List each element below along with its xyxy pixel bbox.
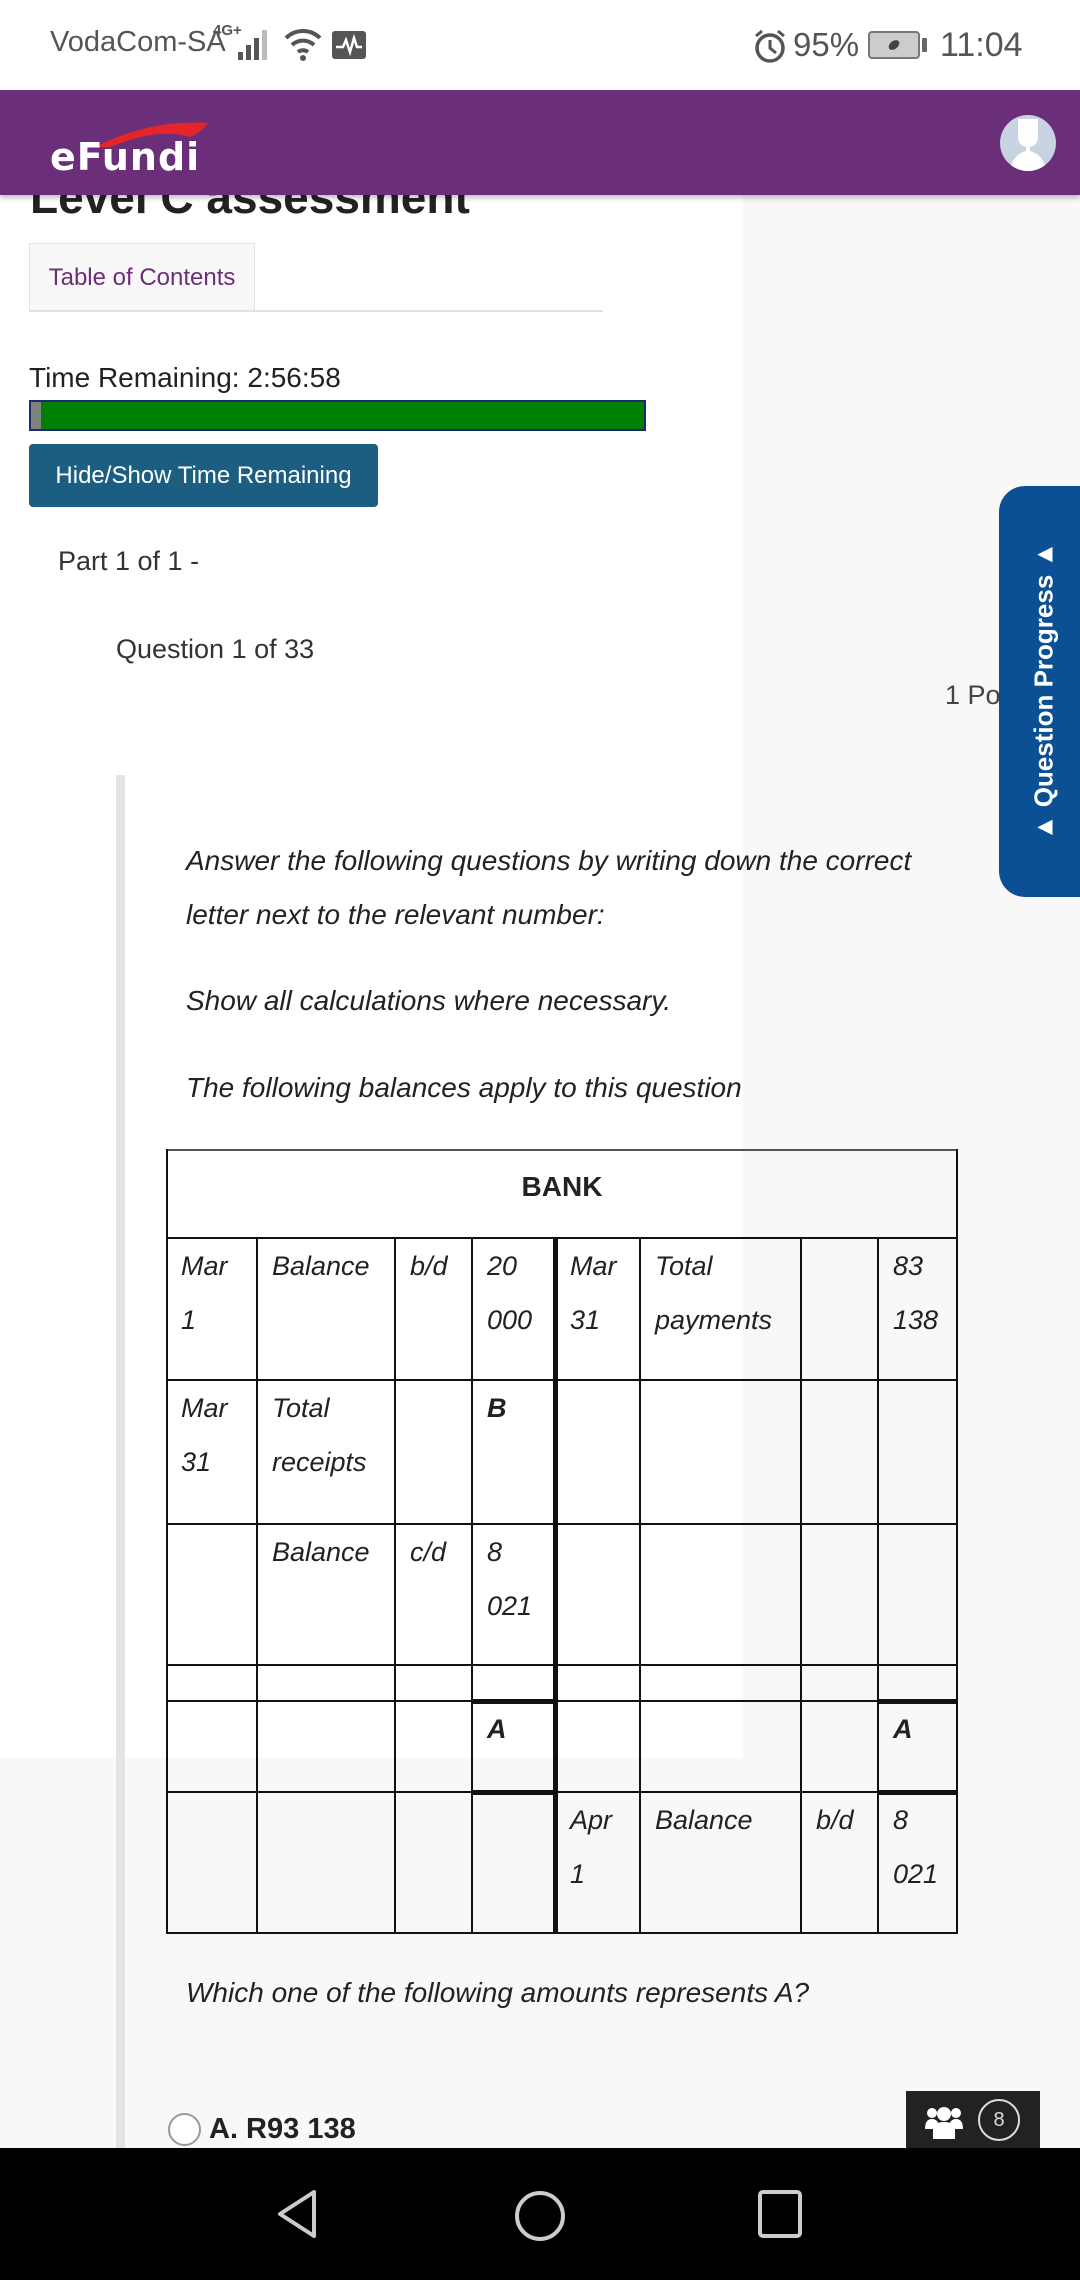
total-line	[472, 1790, 555, 1795]
user-avatar-icon[interactable]	[1000, 115, 1056, 171]
battery-tip	[922, 38, 927, 52]
alarm-icon	[755, 29, 785, 63]
time-remaining-label: Time Remaining: 2:56:58	[29, 362, 341, 393]
column-rule	[877, 1237, 879, 1934]
answer-option-label: A. R93 138	[209, 2113, 356, 2145]
row-rule	[166, 1700, 958, 1702]
ledger-cell: b/d	[816, 1805, 854, 1835]
ledger-cell: 20 000	[487, 1251, 533, 1335]
ledger-cell: Total payments	[655, 1251, 773, 1335]
question-left-border	[116, 775, 125, 2155]
column-rule	[639, 1237, 641, 1934]
ledger-title: BANK	[521, 1171, 603, 1202]
ledger-cell: Mar 31	[181, 1393, 228, 1477]
ledger-cell: Balance	[272, 1251, 370, 1281]
total-line	[472, 1699, 555, 1704]
ledger-cell: B	[487, 1393, 507, 1423]
table-border	[956, 1149, 958, 1934]
question-progress-tab[interactable]: ▲ Question Progress ▲	[999, 486, 1080, 897]
status-bar: VodaCom-SA 4G+ 95% 11:04	[0, 0, 1080, 90]
wifi-icon	[284, 28, 322, 61]
activity-monitor-icon	[332, 31, 366, 59]
ledger-cell: c/d	[410, 1537, 447, 1567]
part-label: Part 1 of 1 -	[58, 546, 200, 576]
total-line	[878, 1699, 958, 1704]
ledger-cell: Balance	[655, 1805, 753, 1835]
clock: 11:04	[940, 26, 1023, 64]
system-navigation-bar	[0, 2148, 1080, 2280]
question-instruction: The following balances apply to this que…	[186, 1072, 742, 1103]
app-header: eFundi	[0, 90, 1080, 195]
ledger-cell: Total receipts	[272, 1393, 367, 1477]
carrier-name: VodaCom-SA	[50, 26, 226, 58]
hide-show-time-button[interactable]: Hide/Show Time Remaining	[29, 444, 378, 507]
time-used-fill	[31, 402, 41, 429]
ledger-cell: Apr 1	[570, 1805, 613, 1889]
tab-divider	[29, 310, 603, 312]
table-border	[166, 1932, 958, 1934]
efundi-logo[interactable]: eFundi	[50, 122, 210, 179]
question-instruction: Show all calculations where necessary.	[186, 985, 672, 1016]
signal-icon	[238, 30, 270, 60]
table-border	[166, 1149, 168, 1934]
ledger-cell: A	[893, 1714, 913, 1744]
chat-widget[interactable]: 8	[906, 2091, 1040, 2151]
online-count-badge: 8	[978, 2099, 1020, 2141]
ledger-cell: 83 138	[893, 1251, 939, 1335]
ledger-cell: 8 021	[487, 1537, 533, 1621]
back-icon[interactable]	[272, 2188, 324, 2240]
points-label: 1 Po	[945, 680, 1001, 710]
ledger-cell: Mar 31	[570, 1251, 617, 1335]
ledger-centre-divider	[553, 1237, 558, 1934]
column-rule	[394, 1237, 396, 1934]
battery-percentage: 95%	[793, 26, 860, 63]
question-instruction: Answer the following questions by writin…	[186, 845, 912, 876]
column-rule	[471, 1237, 473, 1934]
users-icon	[925, 2107, 963, 2139]
row-rule	[166, 1664, 958, 1666]
ledger-cell: A	[487, 1714, 507, 1744]
answer-option-a[interactable]: A. R93 138	[168, 2113, 356, 2146]
column-rule	[800, 1237, 802, 1934]
column-rule	[256, 1237, 258, 1934]
question-stem: Which one of the following amounts repre…	[186, 1977, 810, 2008]
ledger-cell: Mar 1	[181, 1251, 228, 1335]
ledger-cell: 8 021	[893, 1805, 939, 1889]
battery-saver-icon	[868, 31, 920, 59]
recents-icon[interactable]	[756, 2188, 804, 2240]
tab-table-of-contents[interactable]: Table of Contents	[29, 243, 255, 311]
time-remaining-progress-bar	[29, 400, 646, 431]
ledger-cell: b/d	[410, 1251, 448, 1281]
home-icon[interactable]	[512, 2188, 568, 2244]
table-border	[166, 1149, 958, 1151]
bank-ledger-table: BANK Mar 1 Balance b/d 20 000 Mar 31 Total pa…	[166, 1149, 958, 1934]
radio-button[interactable]	[168, 2113, 201, 2146]
ledger-cell: Balance	[272, 1537, 370, 1567]
logo-text: eFundi	[50, 135, 201, 179]
question-number-label: Question 1 of 33	[116, 634, 315, 664]
question-progress-label: ▲ Question Progress ▲	[1028, 541, 1059, 841]
question-instruction: letter next to the relevant number:	[186, 899, 605, 930]
